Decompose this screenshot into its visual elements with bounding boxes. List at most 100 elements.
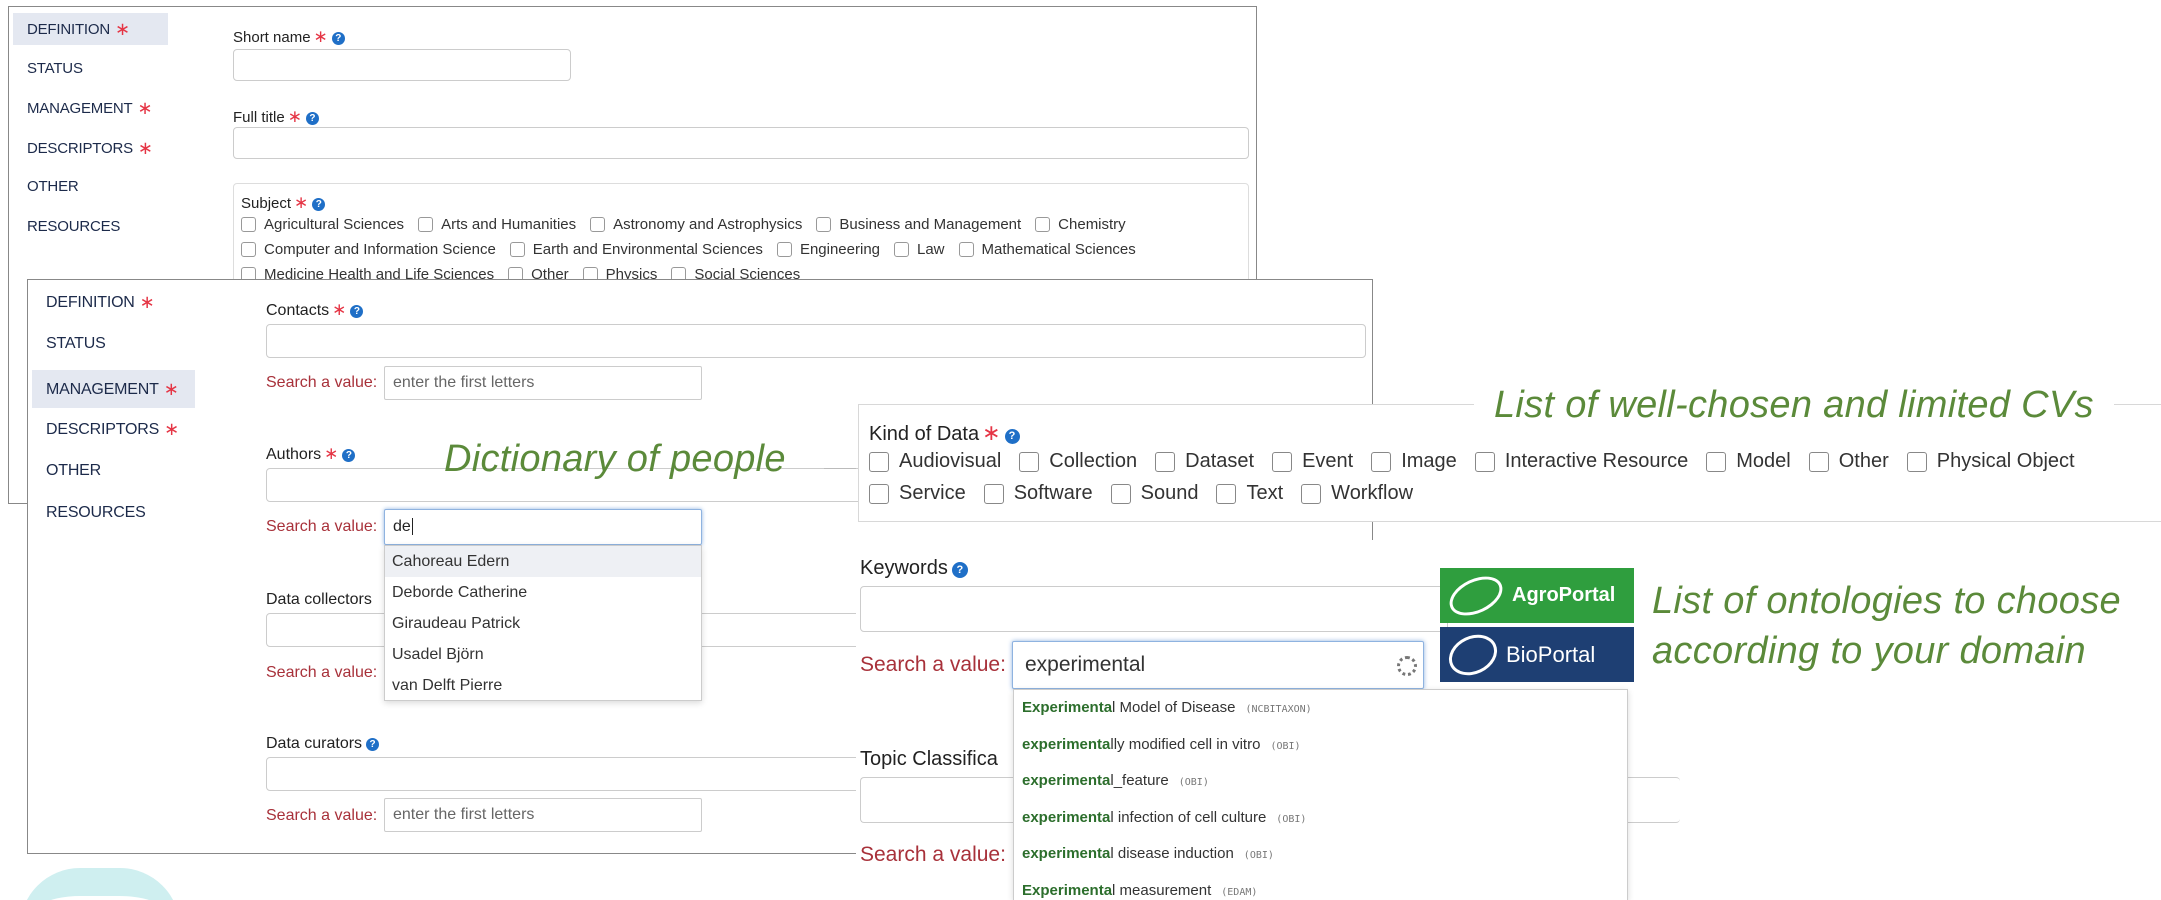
subject-checkbox[interactable]: Mathematical Sciences: [958, 241, 1136, 258]
ontology-result[interactable]: experimental disease induction (OBI): [1014, 836, 1627, 873]
kind-checkbox[interactable]: Other: [1808, 450, 1889, 473]
nav-other[interactable]: OTHER: [32, 455, 101, 487]
background-swoosh: [20, 868, 180, 900]
help-icon[interactable]: ?: [331, 32, 345, 45]
kind-checkbox[interactable]: Physical Object: [1906, 450, 2075, 473]
nav-management[interactable]: MANAGEMENT ∗: [13, 92, 153, 124]
help-icon[interactable]: ?: [1004, 429, 1020, 444]
nav-resources[interactable]: RESOURCES: [32, 497, 146, 529]
nav-definition[interactable]: DEFINITION ∗: [32, 286, 155, 318]
topic-search-label: Search a value:: [860, 843, 1006, 866]
subject-checkbox[interactable]: Engineering: [776, 241, 880, 258]
subject-row-1: Agricultural Sciences Arts and Humanitie…: [241, 216, 1140, 233]
data-curators-label: Data curators?: [266, 735, 380, 753]
kind-checkbox[interactable]: Dataset: [1155, 450, 1254, 473]
keywords-input[interactable]: [860, 586, 1448, 632]
author-suggestion[interactable]: Giraudeau Patrick: [385, 608, 701, 639]
author-suggestion[interactable]: Deborde Catherine: [385, 577, 701, 608]
ontology-result[interactable]: Experimental measurement (EDAM): [1014, 873, 1627, 900]
kind-checkbox[interactable]: Software: [983, 482, 1093, 505]
contacts-search-label: Search a value:: [266, 374, 378, 391]
subject-checkbox[interactable]: Agricultural Sciences: [241, 216, 404, 233]
loading-spinner-icon: [1397, 656, 1417, 676]
ontology-results: Experimental Model of Disease (NCBITAXON)…: [1013, 689, 1628, 900]
author-suggestion[interactable]: van Delft Pierre: [385, 670, 701, 701]
contacts-search-input[interactable]: enter the first letters: [384, 366, 702, 400]
author-suggestion[interactable]: Usadel Björn: [385, 639, 701, 670]
callout-line: [824, 468, 856, 469]
required-star: ∗: [164, 419, 179, 439]
nav-resources[interactable]: RESOURCES: [13, 211, 120, 243]
subject-checkbox[interactable]: Chemistry: [1035, 216, 1126, 233]
agroportal-logo-icon: [1443, 568, 1509, 623]
subject-label: Subject ∗?: [241, 193, 326, 213]
nav-status[interactable]: STATUS: [32, 328, 106, 360]
subject-checkbox[interactable]: Computer and Information Science: [241, 241, 496, 258]
nav-other[interactable]: OTHER: [13, 171, 79, 203]
subject-checkbox[interactable]: Law: [894, 241, 945, 258]
authors-label: Authors ∗?: [266, 444, 356, 464]
kind-checkbox[interactable]: Image: [1371, 450, 1457, 473]
ontology-result[interactable]: experimentally modified cell in vitro (OB…: [1014, 727, 1627, 764]
required-star: ∗: [163, 379, 179, 399]
subject-checkbox[interactable]: Earth and Environmental Sciences: [509, 241, 763, 258]
keywords-search-input[interactable]: experimental: [1012, 641, 1424, 689]
keywords-search-label: Search a value:: [860, 653, 1006, 676]
required-star: ∗: [115, 19, 130, 39]
kind-checkbox[interactable]: Collection: [1019, 450, 1137, 473]
nav-descriptors[interactable]: DESCRIPTORS ∗: [13, 132, 153, 164]
callout-ontologies-1: List of ontologies to choose: [1652, 580, 2121, 622]
kind-checkbox[interactable]: Audiovisual: [869, 450, 1001, 473]
kind-checkbox[interactable]: Service: [869, 482, 966, 505]
kind-row-2: Service Software Sound Text Workflow: [869, 482, 1431, 505]
kind-checkbox[interactable]: Event: [1272, 450, 1353, 473]
subject-checkbox[interactable]: Astronomy and Astrophysics: [590, 216, 802, 233]
help-icon[interactable]: ?: [366, 738, 380, 751]
bioportal-logo-icon: [1442, 626, 1504, 683]
bioportal-logo: BioPortal: [1440, 626, 1634, 683]
subject-checkbox[interactable]: Business and Management: [816, 216, 1021, 233]
full-title-input[interactable]: [233, 127, 1249, 159]
author-suggestion[interactable]: Cahoreau Edern: [385, 546, 701, 577]
callout-people: Dictionary of people: [444, 438, 786, 480]
nav-definition[interactable]: DEFINITION ∗: [13, 13, 168, 45]
required-star: ∗: [137, 98, 153, 118]
full-title-label: Full title ∗?: [233, 107, 319, 127]
data-curators-input[interactable]: [266, 757, 866, 791]
authors-search-input[interactable]: de: [384, 509, 702, 545]
data-collectors-label: Data collectors: [266, 591, 372, 608]
ontology-result[interactable]: experimental_feature (OBI): [1014, 763, 1627, 800]
ontology-result[interactable]: experimental infection of cell culture (O…: [1014, 800, 1627, 837]
short-name-label: Short name ∗?: [233, 27, 345, 47]
data-collectors-search-label: Search a value:: [266, 664, 378, 681]
help-icon[interactable]: ?: [312, 198, 326, 211]
data-curators-search-label: Search a value:: [266, 807, 378, 824]
keywords-label: Keywords?: [860, 557, 968, 580]
short-name-input[interactable]: [233, 49, 571, 81]
author-suggestions: Cahoreau Edern Deborde Catherine Giraude…: [384, 545, 702, 701]
kind-checkbox[interactable]: Text: [1216, 482, 1283, 505]
data-curators-search-input[interactable]: enter the first letters: [384, 798, 702, 832]
callout-ontologies-2: according to your domain: [1652, 630, 2086, 672]
subject-checkbox[interactable]: Arts and Humanities: [418, 216, 576, 233]
help-icon[interactable]: ?: [350, 305, 364, 318]
contacts-input[interactable]: [266, 324, 1366, 358]
kind-of-data-label: Kind of Data ∗?: [869, 420, 1020, 446]
required-star: ∗: [137, 138, 153, 158]
required-star: ∗: [139, 292, 155, 312]
callout-cvs: List of well-chosen and limited CVs: [1494, 384, 2094, 426]
topic-label: Topic Classifica: [860, 748, 998, 770]
nav-status[interactable]: STATUS: [13, 53, 83, 85]
ontology-result[interactable]: Experimental Model of Disease (NCBITAXON): [1014, 690, 1627, 727]
help-icon[interactable]: ?: [342, 449, 356, 462]
kind-checkbox[interactable]: Interactive Resource: [1474, 450, 1688, 473]
kind-checkbox[interactable]: Sound: [1110, 482, 1198, 505]
authors-search-label: Search a value:: [266, 518, 378, 535]
kind-checkbox[interactable]: Model: [1706, 450, 1791, 473]
agroportal-logo: AgroPortal: [1440, 568, 1634, 623]
kind-checkbox[interactable]: Workflow: [1301, 482, 1413, 505]
nav-management[interactable]: MANAGEMENT ∗: [32, 370, 195, 408]
help-icon[interactable]: ?: [305, 112, 319, 125]
help-icon[interactable]: ?: [951, 562, 968, 578]
nav-descriptors[interactable]: DESCRIPTORS ∗: [32, 413, 179, 445]
